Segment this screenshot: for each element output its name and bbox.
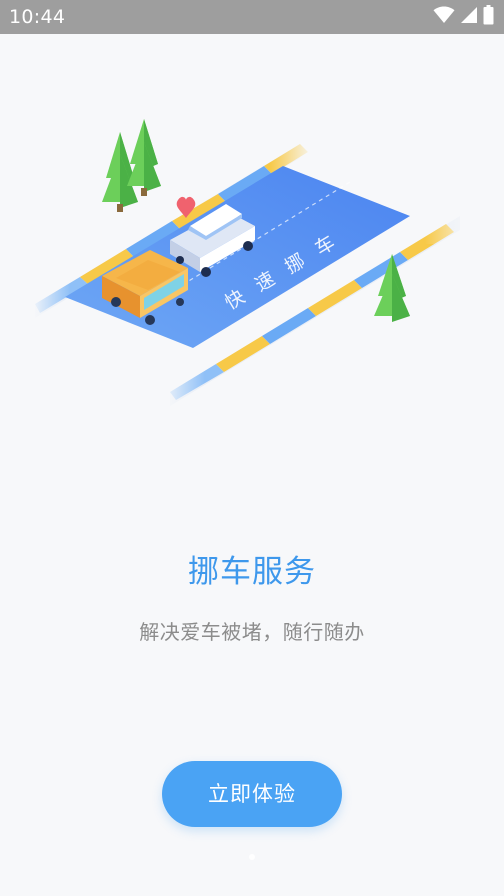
status-icons	[433, 5, 494, 29]
status-time: 10:44	[9, 6, 66, 28]
page-dot-active	[249, 854, 255, 860]
wifi-icon	[433, 6, 455, 28]
tree-icon	[127, 119, 161, 196]
onboarding-page: 快速挪车 挪车服务 解决爱车被堵，随行随办 立即体验	[0, 34, 504, 896]
page-indicator	[0, 854, 504, 862]
start-button[interactable]: 立即体验	[162, 761, 342, 827]
cell-signal-icon	[460, 6, 478, 28]
tree-icon	[374, 254, 410, 322]
hero-illustration: 快速挪车	[30, 114, 480, 414]
page-subtitle: 解决爱车被堵，随行随办	[139, 620, 365, 644]
status-bar: 10:44	[0, 0, 504, 34]
battery-icon	[483, 5, 494, 29]
page-title: 挪车服务	[188, 554, 316, 590]
